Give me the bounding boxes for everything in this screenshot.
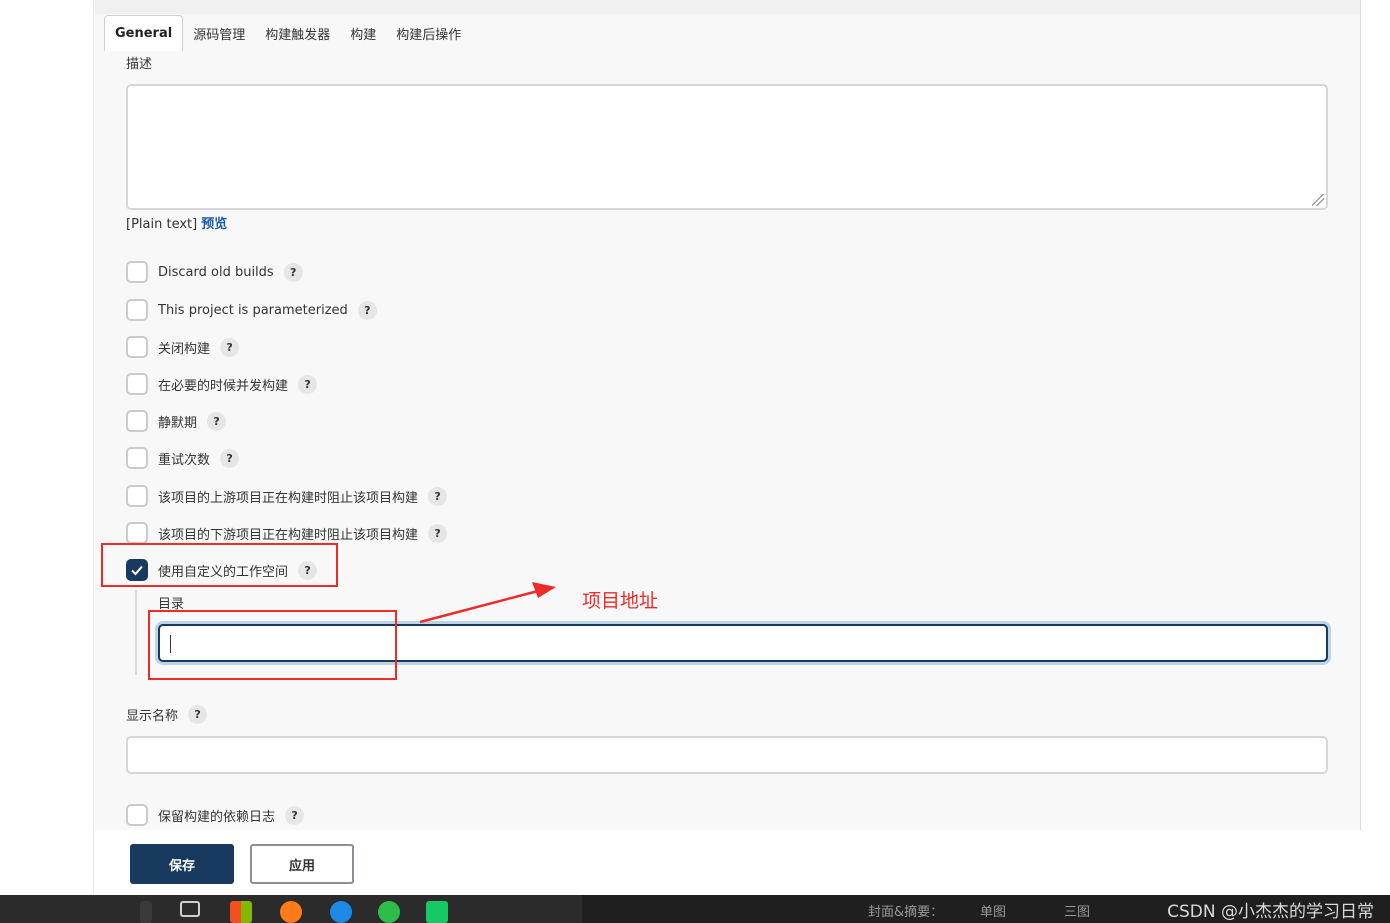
option-label: This project is parameterized	[158, 302, 348, 318]
option-block-downstream[interactable]: 该项目的下游项目正在构建时阻止该项目构建 ?	[126, 522, 448, 544]
help-icon[interactable]: ?	[357, 300, 377, 320]
description-label: 描述	[126, 57, 153, 72]
annotation-box-directory	[148, 610, 397, 680]
wechat-icon[interactable]	[378, 901, 400, 923]
tab-general[interactable]: General	[104, 15, 184, 51]
option-block-upstream[interactable]: 该项目的上游项目正在构建时阻止该项目构建 ?	[126, 485, 448, 507]
store-icon[interactable]	[230, 901, 252, 923]
taskbar: 封面&摘要： 单图 三图 CSDN @小杰杰的学习日常	[0, 895, 1390, 923]
option-label: 保留构建的依赖日志	[158, 809, 276, 825]
config-tabs: General 源码管理 构建触发器 构建 构建后操作	[104, 15, 471, 51]
option-parameterized[interactable]: This project is parameterized ?	[126, 299, 377, 321]
faint-text-triple: 三图	[1064, 905, 1091, 920]
checkbox[interactable]	[126, 804, 148, 826]
option-label: 重试次数	[158, 452, 211, 468]
help-icon[interactable]: ?	[188, 704, 208, 724]
annotation-box-checkbox	[101, 543, 338, 587]
top-strip	[95, 0, 1361, 14]
checkbox[interactable]	[126, 261, 148, 283]
pycharm-icon[interactable]	[426, 901, 448, 923]
checkbox[interactable]	[126, 299, 148, 321]
tab-build[interactable]: 构建	[340, 15, 386, 51]
tab-build-triggers[interactable]: 构建触发器	[255, 15, 340, 51]
option-label: Discard old builds	[158, 264, 274, 280]
option-discard-old-builds[interactable]: Discard old builds ?	[126, 261, 303, 283]
tab-source-code-management[interactable]: 源码管理	[183, 15, 255, 51]
display-name-input[interactable]	[126, 736, 1328, 774]
plain-text-label: [Plain text]	[126, 217, 198, 232]
option-label: 静默期	[158, 415, 198, 431]
display-name-label-row: 显示名称 ?	[126, 703, 208, 725]
help-icon[interactable]: ?	[298, 374, 318, 394]
edge-icon[interactable]	[330, 901, 352, 923]
left-gutter: 内容	[0, 0, 94, 923]
option-label: 该项目的上游项目正在构建时阻止该项目构建	[158, 490, 419, 506]
preview-link[interactable]: 预览	[201, 217, 227, 232]
tab-post-build-actions[interactable]: 构建后操作	[386, 15, 471, 51]
option-label: 关闭构建	[158, 341, 211, 357]
option-retry-count[interactable]: 重试次数 ?	[126, 447, 240, 469]
annotation-text: 项目地址	[582, 590, 659, 612]
faint-text-single: 单图	[980, 905, 1007, 920]
apply-button[interactable]: 应用	[250, 844, 354, 884]
help-icon[interactable]: ?	[428, 486, 448, 506]
nested-section-bar	[135, 590, 137, 675]
help-icon[interactable]: ?	[283, 262, 303, 282]
option-label: 该项目的下游项目正在构建时阻止该项目构建	[158, 527, 419, 543]
option-disable-build[interactable]: 关闭构建 ?	[126, 336, 240, 358]
description-textarea[interactable]	[126, 84, 1328, 210]
checkbox[interactable]	[126, 373, 148, 395]
option-keep-dependencies[interactable]: 保留构建的依赖日志 ?	[126, 804, 305, 826]
checkbox[interactable]	[126, 485, 148, 507]
panel-right-border	[1360, 0, 1361, 895]
option-quiet-period[interactable]: 静默期 ?	[126, 410, 227, 432]
microphone-icon[interactable]	[140, 901, 152, 923]
format-note: [Plain text] 预览	[126, 213, 227, 232]
help-icon[interactable]: ?	[220, 448, 240, 468]
resize-grip-icon[interactable]	[1312, 194, 1324, 206]
task-view-icon[interactable]	[180, 901, 200, 917]
help-icon[interactable]: ?	[285, 805, 305, 825]
save-button[interactable]: 保存	[130, 844, 234, 884]
checkbox[interactable]	[126, 410, 148, 432]
help-icon[interactable]: ?	[207, 411, 227, 431]
faint-text-cover: 封面&摘要：	[868, 905, 944, 920]
help-icon[interactable]: ?	[220, 337, 240, 357]
option-label: 在必要的时候并发构建	[158, 378, 289, 394]
firefox-icon[interactable]	[280, 901, 302, 923]
checkbox[interactable]	[126, 447, 148, 469]
checkbox[interactable]	[126, 522, 148, 544]
checkbox[interactable]	[126, 336, 148, 358]
display-name-label: 显示名称	[126, 708, 179, 724]
option-concurrent-builds[interactable]: 在必要的时候并发构建 ?	[126, 373, 318, 395]
help-icon[interactable]: ?	[428, 523, 448, 543]
watermark: CSDN @小杰杰的学习日常	[1167, 902, 1374, 922]
